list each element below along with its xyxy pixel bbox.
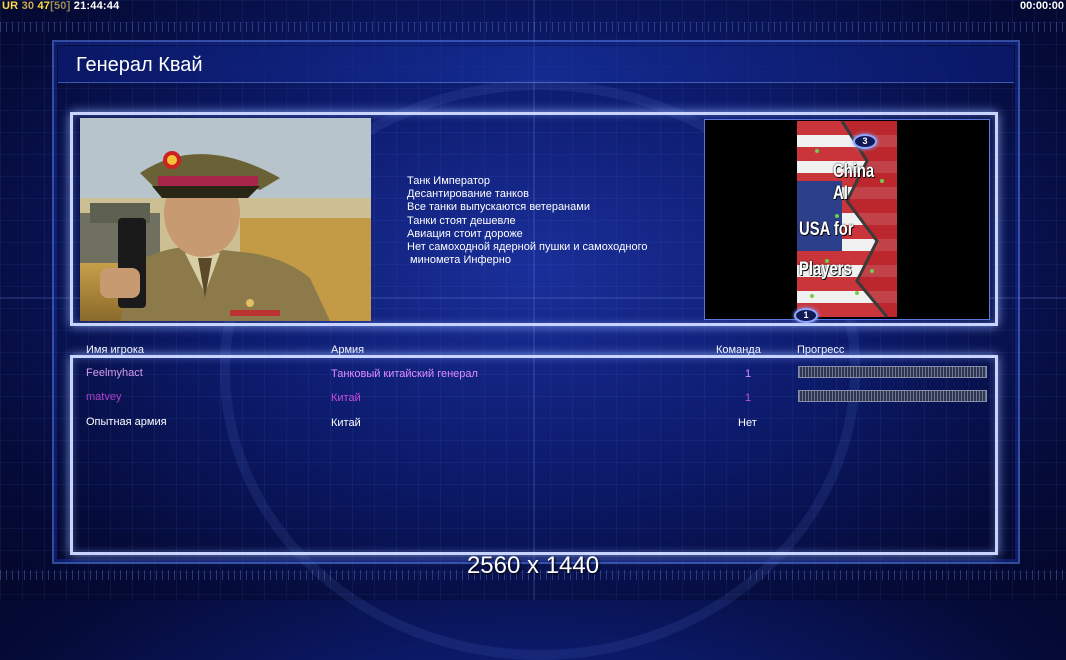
table-row[interactable]: Опытная армия Китай Нет: [0, 415, 1066, 435]
status-clock: 21:44:44: [73, 0, 120, 12]
map-preview: China AI USA for Players: [797, 121, 897, 317]
feature-item: Десантирование танков: [407, 188, 529, 201]
map-label-line1: China AI: [833, 161, 875, 204]
team-select[interactable]: 1: [745, 368, 751, 380]
map-label-line2: USA for: [799, 219, 854, 240]
general-features-list: Танк Император Десантирование танков Все…: [407, 175, 647, 267]
feature-item: Танки стоят дешевле: [407, 214, 516, 227]
loading-progress-bar: [798, 390, 987, 402]
feature-item: Танк Император: [407, 175, 490, 187]
army-select[interactable]: Китай: [331, 417, 361, 429]
status-value-1: 30: [21, 0, 35, 12]
map-label-line3: Players: [799, 259, 852, 280]
start-position-marker[interactable]: 1: [794, 308, 818, 323]
army-select[interactable]: Китай: [331, 392, 361, 404]
status-bar: UR 30 47[50] 21:44:44: [2, 0, 119, 12]
team-select[interactable]: Нет: [738, 417, 757, 429]
table-row[interactable]: matvey Китай 1: [0, 390, 1066, 410]
player-name: matvey: [86, 391, 122, 403]
feature-item: Нет самоходной ядерной пушки и самоходно…: [407, 241, 648, 254]
player-name: Опытная армия: [86, 416, 167, 428]
feature-item: Авиация стоит дороже: [407, 227, 523, 240]
loading-progress-bar: [798, 366, 987, 378]
army-select[interactable]: Танковый китайский генерал: [331, 368, 478, 380]
start-position-marker[interactable]: 3: [853, 134, 877, 149]
status-value-2: 47: [37, 0, 51, 12]
top-ruler: [0, 22, 1066, 32]
table-row[interactable]: Feelmyhact Танковый китайский генерал 1: [0, 366, 1066, 386]
page-title: Генерал Квай: [76, 54, 203, 76]
status-timer: 00:00:00: [1019, 0, 1064, 12]
resolution-watermark: 2560 x 1440: [466, 552, 600, 579]
feature-item: Все танки выпускаются ветеранами: [407, 201, 590, 214]
player-name: Feelmyhact: [86, 367, 143, 379]
general-portrait: [80, 118, 371, 321]
team-select[interactable]: 1: [745, 392, 751, 404]
feature-item: минометa Инферно: [407, 254, 511, 267]
status-value-3: [50]: [50, 0, 71, 12]
status-ur: UR: [2, 0, 19, 12]
